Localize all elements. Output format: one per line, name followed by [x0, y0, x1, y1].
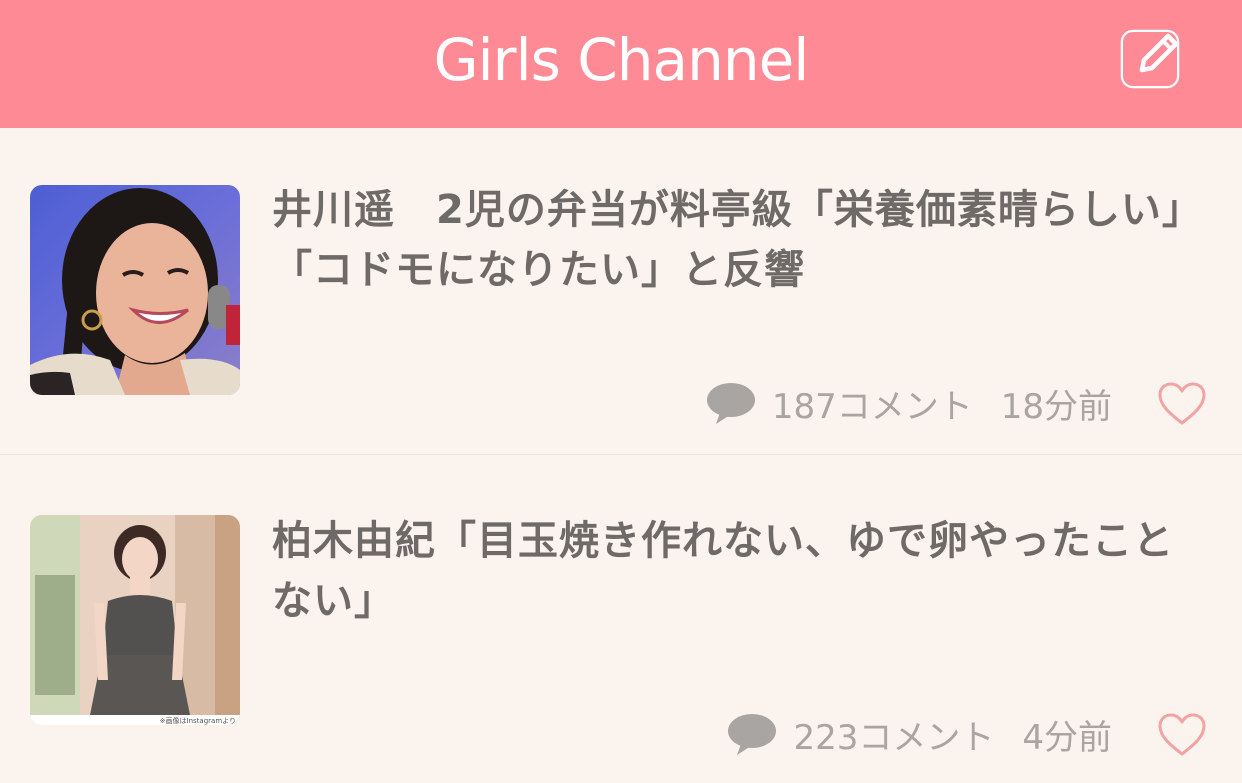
topic-title[interactable]: 柏木由紀「目玉焼き作れない、ゆで卵やったことない」	[272, 511, 1212, 631]
compose-icon	[1120, 29, 1180, 89]
topic-item[interactable]: ※画像はInstagramより 柏木由紀「目玉焼き作れない、ゆで卵やったことない…	[0, 455, 1242, 781]
image-credit: ※画像はInstagramより	[160, 716, 236, 725]
topic-title[interactable]: 井川遥 2児の弁当が料亭級「栄養価素晴らしい」「コドモになりたい」と反響	[272, 180, 1212, 300]
app-header: Girls Channel	[0, 0, 1242, 128]
favorite-button[interactable]	[1157, 382, 1207, 426]
post-time: 18分前	[1000, 386, 1112, 427]
topic-item[interactable]: 井川遥 2児の弁当が料亭級「栄養価素晴らしい」「コドモになりたい」と反響 187…	[0, 128, 1242, 455]
comment-count: 187コメント	[771, 386, 973, 427]
topic-thumbnail: ※画像はInstagramより	[30, 515, 240, 725]
compose-button[interactable]	[1120, 26, 1184, 90]
topic-meta: 223コメント 4分前	[727, 709, 1112, 759]
post-time: 4分前	[1022, 717, 1112, 758]
heart-outline-icon	[1158, 713, 1206, 756]
topic-meta: 187コメント 18分前	[706, 378, 1112, 428]
topic-thumbnail	[30, 185, 240, 395]
speech-bubble-icon	[706, 383, 755, 424]
app-title: Girls Channel	[433, 26, 810, 94]
comment-count: 223コメント	[793, 717, 995, 758]
heart-outline-icon	[1158, 382, 1206, 425]
favorite-button[interactable]	[1157, 713, 1207, 757]
speech-bubble-icon	[728, 714, 777, 755]
